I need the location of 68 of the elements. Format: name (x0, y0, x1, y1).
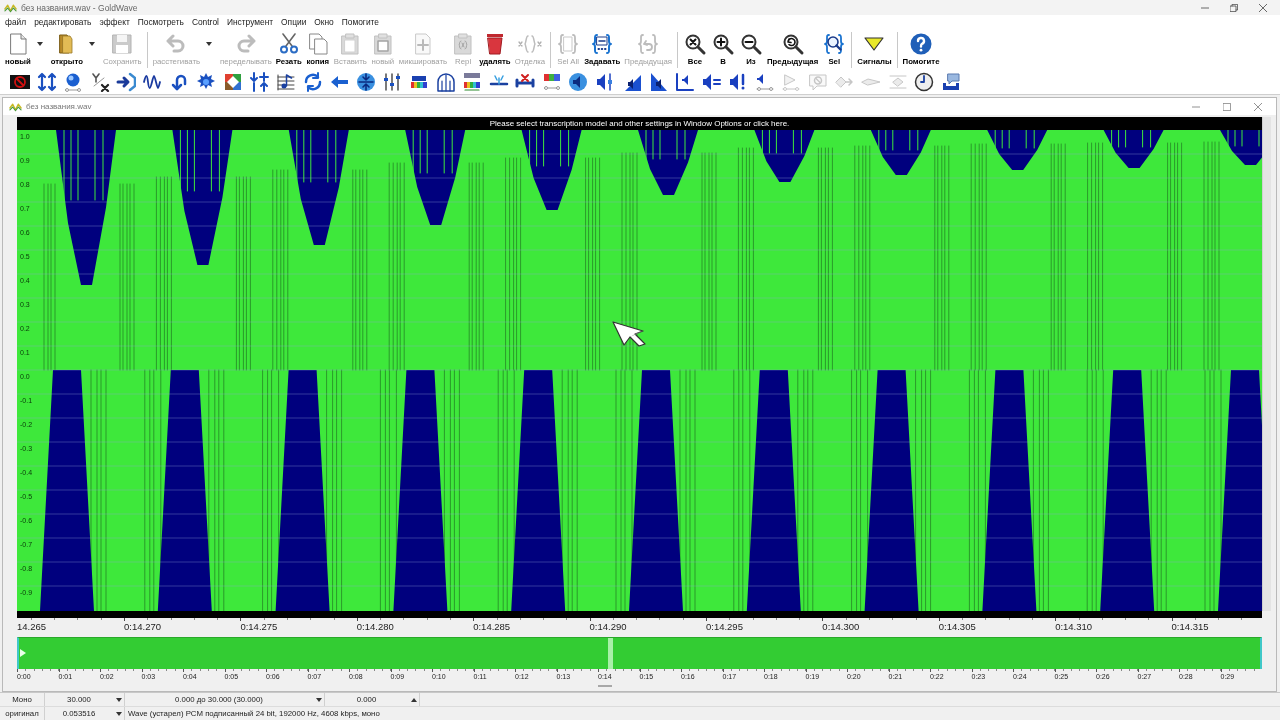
time-label: 0:14.310 (1055, 621, 1093, 632)
spectrum-slider-icon[interactable] (541, 72, 562, 92)
pointer-icon (612, 320, 646, 347)
menu-item[interactable]: Помогите (337, 16, 383, 27)
arrows-cross-icon[interactable] (249, 72, 270, 92)
time-label: 0:14.315 (1171, 621, 1209, 632)
swap-axes-icon[interactable] (89, 72, 110, 92)
zoom-in-icon (711, 32, 735, 56)
speaker-slider-line-icon[interactable] (754, 72, 775, 92)
document-title: без названия.wav (26, 102, 92, 111)
restore-icon (1229, 3, 1238, 12)
sine-wave-icon[interactable] (142, 72, 163, 92)
speaker-fade-out-icon[interactable] (648, 72, 669, 92)
caret-icon[interactable] (88, 42, 95, 46)
time-label: 0:14.290 (589, 621, 627, 632)
menu-item[interactable]: Опции (277, 16, 311, 27)
time-label: 0:14.295 (705, 621, 743, 632)
speaker-bracket-icon[interactable] (674, 72, 695, 92)
arch-icon[interactable] (435, 72, 456, 92)
braces-undo-icon (636, 32, 661, 56)
scrollbar-thumb[interactable] (598, 685, 612, 687)
menu-item[interactable]: Control (187, 16, 223, 27)
time-label: 0:14.275 (240, 621, 278, 632)
menu-item[interactable]: эффект (95, 16, 134, 27)
view-position-marker[interactable] (608, 638, 613, 669)
help-icon (909, 32, 934, 56)
vertical-scrollbar[interactable] (1262, 117, 1271, 611)
stop-sign-icon[interactable] (10, 72, 30, 92)
braces-page-icon (556, 32, 581, 56)
arrow-into-bracket-icon[interactable] (116, 72, 137, 92)
window-title: без названия.wav - GoldWave (21, 2, 138, 13)
color-square-icon[interactable] (222, 72, 243, 92)
time-label: 0:14.280 (356, 621, 394, 632)
wave-logo-icon (4, 2, 17, 13)
circular-arrows-icon[interactable] (302, 72, 323, 92)
magnifier-x-icon (683, 32, 707, 56)
clock-icon[interactable] (914, 72, 935, 92)
time-label: 0:14.305 (938, 621, 976, 632)
menu-item[interactable]: Окно (310, 16, 338, 27)
time-label: 0:14.300 (822, 621, 860, 632)
menu-item[interactable]: файл (1, 16, 31, 27)
menu-item[interactable]: Посмотреть (133, 16, 188, 27)
zoom-out-icon (739, 32, 763, 56)
trim-brackets-icon (517, 32, 542, 56)
maximize-icon (1222, 102, 1231, 111)
magnifier-braces-icon (822, 32, 847, 56)
music-staff-icon[interactable] (275, 72, 296, 92)
menu-item[interactable]: редактировать (30, 16, 96, 27)
time-label: 0:14.270 (124, 621, 161, 632)
up-arrow-icon[interactable] (411, 697, 417, 702)
speaker-equals-icon[interactable] (701, 72, 722, 92)
vertical-compress-icon[interactable] (355, 72, 376, 92)
time-label: 14.265 (17, 621, 47, 632)
start-marker-icon (20, 649, 26, 657)
spectrum-filter-icon[interactable] (462, 72, 483, 92)
close-icon (1253, 102, 1262, 111)
wave-logo-icon (9, 101, 22, 112)
time-label: 0:14.285 (473, 621, 511, 632)
menu-item[interactable]: Инструмент (222, 16, 278, 27)
equalizer-icon[interactable] (382, 72, 403, 92)
speaker-circle-icon[interactable] (568, 72, 589, 92)
caret-icon[interactable] (36, 42, 43, 46)
close-icon (1258, 3, 1267, 12)
sphere-slider-icon[interactable] (63, 72, 84, 92)
tray-bubble-icon[interactable] (940, 72, 961, 92)
transcription-banner[interactable]: Please select transcription model and other settings in Window Options or click here. (17, 117, 1262, 130)
up-down-arrows-icon[interactable] (36, 72, 57, 92)
braces-box-icon (590, 32, 615, 56)
